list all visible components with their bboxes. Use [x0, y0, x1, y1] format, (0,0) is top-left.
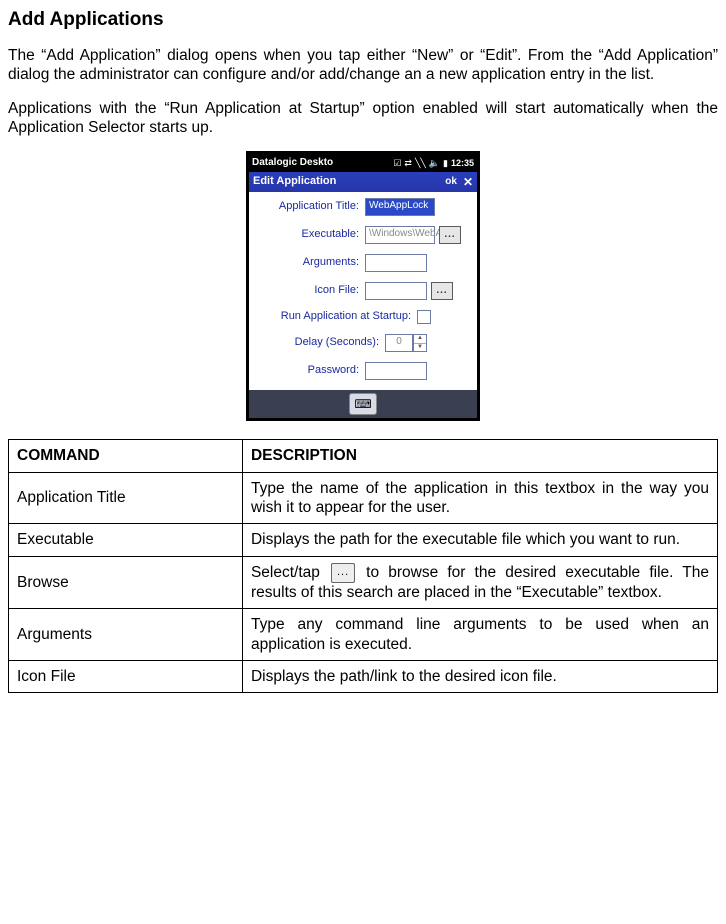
desc-cell: Type any command line arguments to be us… [242, 609, 717, 661]
check-icon: ☑ [393, 158, 401, 169]
close-icon[interactable]: ✕ [463, 175, 473, 190]
ok-button[interactable]: ok [445, 176, 457, 189]
arguments-label: Arguments: [257, 256, 365, 270]
cmd-cell: Executable [9, 524, 243, 556]
table-row: Icon File Displays the path/link to the … [9, 660, 718, 692]
keyboard-icon: ⌨ [354, 397, 371, 412]
status-bar: Datalogic Deskto ☑ ⇄ ╲╲ 🔈 ▮ 12:35 [249, 154, 477, 172]
intro-para-1: The “Add Application” dialog opens when … [8, 46, 718, 85]
iconfile-label: Icon File: [257, 284, 365, 298]
desc-cell: Displays the path for the executable fil… [242, 524, 717, 556]
desc-pre: Select/tap [251, 564, 329, 581]
status-app-name: Datalogic Deskto [252, 157, 333, 170]
chevron-up-icon[interactable]: ▲ [414, 335, 426, 344]
desc-cell: Displays the path/link to the desired ic… [242, 660, 717, 692]
cmd-cell: Browse [9, 556, 243, 608]
screenshot-figure: Datalogic Deskto ☑ ⇄ ╲╲ 🔈 ▮ 12:35 Edit A… [8, 151, 718, 421]
password-label: Password: [257, 364, 365, 378]
window-title: Edit Application [253, 175, 445, 189]
executable-browse-button[interactable]: ... [439, 226, 461, 244]
device-screenshot: Datalogic Deskto ☑ ⇄ ╲╲ 🔈 ▮ 12:35 Edit A… [246, 151, 480, 421]
app-title-label: Application Title: [257, 200, 365, 214]
intro-para-2: Applications with the “Run Application a… [8, 99, 718, 138]
browse-icon-button: ... [331, 563, 355, 583]
table-row: Executable Displays the path for the exe… [9, 524, 718, 556]
keyboard-button[interactable]: ⌨ [349, 393, 377, 415]
chevron-down-icon[interactable]: ▼ [414, 344, 426, 352]
command-table: COMMAND DESCRIPTION Application Title Ty… [8, 439, 718, 693]
battery-icon: ▮ [443, 158, 448, 169]
bottom-bar: ⌨ [249, 390, 477, 418]
signal-icon: ╲╲ [415, 158, 426, 169]
header-command: COMMAND [9, 440, 243, 472]
password-input[interactable] [365, 362, 427, 380]
run-startup-label: Run Application at Startup: [257, 310, 417, 324]
status-icons: ☑ ⇄ ╲╲ 🔈 ▮ 12:35 [337, 158, 474, 169]
window-titlebar: Edit Application ok ✕ [249, 172, 477, 192]
run-startup-checkbox[interactable] [417, 310, 431, 324]
executable-input[interactable]: \Windows\WebA [365, 226, 435, 244]
iconfile-input[interactable] [365, 282, 427, 300]
table-row: Arguments Type any command line argument… [9, 609, 718, 661]
desc-cell: Select/tap ... to browse for the desired… [242, 556, 717, 608]
executable-label: Executable: [257, 228, 365, 242]
status-time: 12:35 [451, 158, 474, 169]
header-description: DESCRIPTION [242, 440, 717, 472]
table-row: Application Title Type the name of the a… [9, 472, 718, 524]
table-row: Browse Select/tap ... to browse for the … [9, 556, 718, 608]
desc-cell: Type the name of the application in this… [242, 472, 717, 524]
speaker-icon: 🔈 [429, 158, 440, 169]
delay-input[interactable]: 0 [385, 334, 413, 352]
iconfile-browse-button[interactable]: ... [431, 282, 453, 300]
arguments-input[interactable] [365, 254, 427, 272]
app-title-input[interactable]: WebAppLock [365, 198, 435, 216]
edit-application-form: Application Title: WebAppLock Executable… [249, 192, 477, 390]
connectivity-icon: ⇄ [404, 158, 412, 169]
delay-label: Delay (Seconds): [257, 336, 385, 350]
cmd-cell: Icon File [9, 660, 243, 692]
table-header-row: COMMAND DESCRIPTION [9, 440, 718, 472]
delay-spinner[interactable]: ▲▼ [413, 334, 427, 352]
page-heading: Add Applications [8, 8, 718, 32]
cmd-cell: Arguments [9, 609, 243, 661]
cmd-cell: Application Title [9, 472, 243, 524]
